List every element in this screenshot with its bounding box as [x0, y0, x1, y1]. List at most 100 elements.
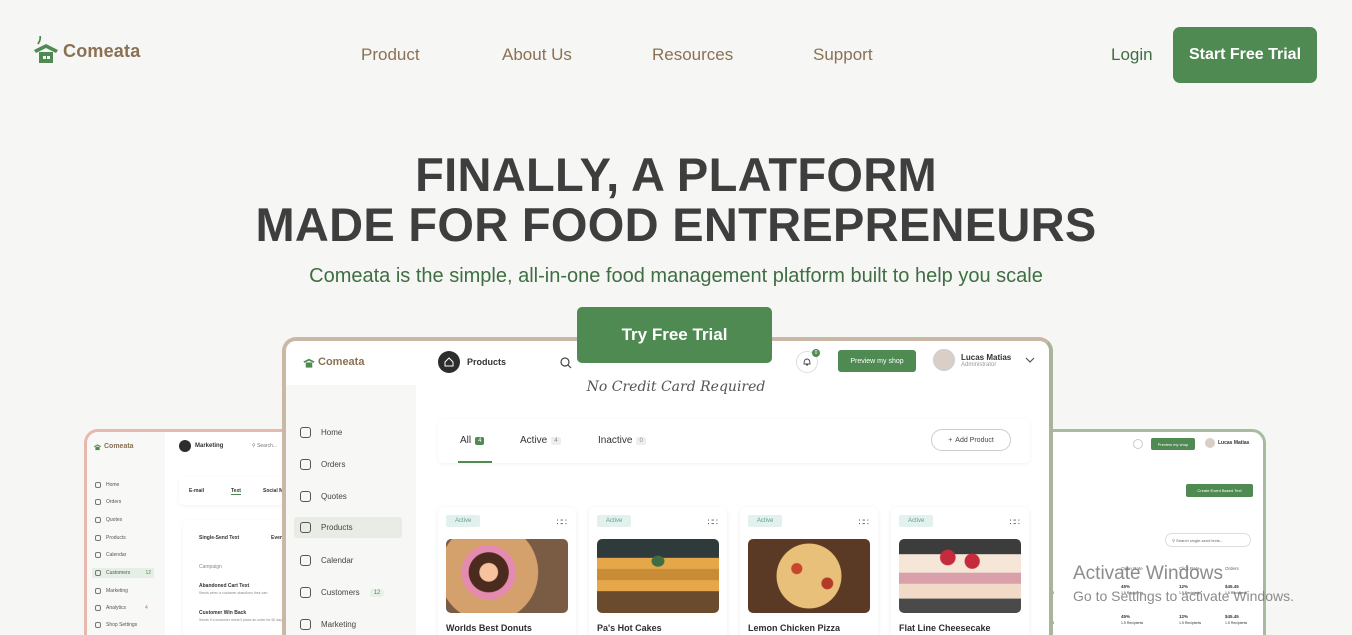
tab-email[interactable]: E-mail: [189, 488, 204, 494]
orders-value: $45.45: [1225, 614, 1239, 619]
comeata-logo[interactable]: Comeata: [32, 36, 140, 66]
search-icon[interactable]: [556, 353, 576, 373]
preview-shop-button[interactable]: Preview my shop: [1151, 438, 1195, 450]
marketing-icon: [95, 588, 101, 594]
tab-all[interactable]: All 4: [460, 435, 485, 446]
tab-label: All: [460, 435, 472, 446]
sidebar-item-label: Orders: [321, 460, 346, 469]
product-card[interactable]: Active ∷∷ Worlds Best Donuts: [438, 507, 576, 635]
sidebar-item-products[interactable]: Products: [294, 517, 402, 538]
sidebar-item-marketing[interactable]: Marketing: [95, 588, 128, 594]
product-name: Pa's Hot Cakes: [597, 623, 662, 633]
product-image: [899, 539, 1021, 613]
avatar: [1205, 438, 1215, 448]
top-nav: Comeata Product About Us Resources Suppo…: [0, 0, 1352, 110]
product-card[interactable]: Active ∷∷ Flat Line Cheesecake: [891, 507, 1029, 635]
tab-active[interactable]: Active 4: [520, 435, 561, 446]
product-card[interactable]: Active ∷∷ Lemon Chicken Pizza: [740, 507, 878, 635]
notification-badge: 0: [812, 349, 820, 357]
breadcrumb-label: Products: [467, 357, 507, 367]
product-card[interactable]: Active ∷∷ Pa's Hot Cakes: [589, 507, 727, 635]
tab-inactive[interactable]: Inactive 0: [598, 435, 646, 446]
mockup-logo: Comeata: [302, 355, 364, 369]
sidebar-item-label: Calendar: [321, 556, 354, 565]
search-input[interactable]: ⚲ Search...: [252, 443, 277, 449]
mockup-logo-text: Comeata: [104, 443, 134, 450]
customers-icon: [95, 570, 101, 576]
analytics-icon: [95, 605, 101, 611]
preview-shop-button[interactable]: Preview my shop: [838, 350, 916, 372]
grid-menu-icon[interactable]: ∷∷: [708, 517, 719, 528]
product-name: Worlds Best Donuts: [446, 623, 532, 633]
sidebar-item-calendar[interactable]: Calendar: [300, 555, 353, 566]
products-icon: [300, 522, 311, 533]
plus-icon: +: [948, 436, 953, 444]
orders-icon: [95, 499, 101, 505]
sidebar-item-products[interactable]: Products: [95, 535, 126, 541]
calendar-icon: [95, 552, 101, 558]
bell-icon[interactable]: [1133, 439, 1143, 449]
hero-subtitle: Comeata is the simple, all-in-one food m…: [309, 265, 1043, 287]
user-role: Administrator: [961, 361, 997, 368]
search-placeholder: Search...: [257, 443, 278, 449]
campaign-title[interactable]: Abandoned Cart Text: [199, 583, 249, 589]
tab-count: 0: [636, 436, 646, 445]
grid-menu-icon[interactable]: ∷∷: [557, 517, 568, 528]
status-badge: Active: [446, 515, 481, 527]
create-event-text-button[interactable]: Create Event Based Text: [1186, 484, 1253, 497]
sidebar-item-marketing[interactable]: Marketing: [300, 619, 356, 630]
home-icon: [95, 482, 101, 488]
product-name: Flat Line Cheesecake: [899, 623, 991, 633]
user-menu[interactable]: Lucas Matias: [1205, 438, 1249, 448]
campaign-title[interactable]: Customer Win Back: [199, 610, 246, 616]
tab-count: 4: [475, 436, 485, 445]
tab-single-send-text[interactable]: Single-Send Text: [199, 535, 239, 541]
sidebar-item-label: Customers: [321, 588, 360, 597]
grid-menu-icon[interactable]: ∷∷: [1010, 517, 1021, 528]
tab-label: Active: [520, 435, 548, 446]
try-free-trial-button[interactable]: Try Free Trial: [577, 307, 772, 363]
quotes-icon: [95, 517, 101, 523]
sidebar-item-label: Home: [106, 482, 120, 488]
texts-mockup: Preview my shop Lucas Matias ing Create …: [1030, 429, 1266, 635]
tab-count: 4: [551, 436, 561, 445]
grid-menu-icon[interactable]: ∷∷: [859, 517, 870, 528]
home-icon: [300, 427, 311, 438]
sidebar-item-customers[interactable]: Customers 12: [300, 587, 385, 598]
active-tab-indicator: [458, 461, 492, 463]
sidebar-item-label: Marketing: [106, 588, 128, 594]
open-rate-sub: 1.5 Recipients: [1121, 621, 1144, 625]
sidebar-item-orders[interactable]: Orders: [95, 499, 121, 505]
watermark-line-1: Activate Windows: [1073, 563, 1223, 584]
nav-link-about-us[interactable]: About Us: [502, 45, 572, 65]
nav-link-resources[interactable]: Resources: [652, 45, 733, 65]
search-input[interactable]: ⚲ Search single-send texts...: [1165, 533, 1251, 547]
sidebar-item-quotes[interactable]: Quotes: [300, 491, 347, 502]
tab-text[interactable]: Text: [231, 488, 241, 495]
sidebar-item-label: Calendar: [106, 552, 127, 558]
tab-label: Inactive: [598, 435, 633, 446]
user-menu[interactable]: Lucas Matias Administrator: [933, 349, 1035, 371]
sidebar-item-home[interactable]: Home: [300, 427, 342, 438]
start-free-trial-button[interactable]: Start Free Trial: [1173, 27, 1317, 83]
sidebar-item-calendar[interactable]: Calendar: [95, 552, 126, 558]
status-badge: Active: [899, 515, 934, 527]
sidebar-item-shop-settings[interactable]: Shop Settings: [95, 622, 137, 628]
nav-link-product[interactable]: Product: [361, 45, 420, 65]
hero-title-line-1: FINALLY, A PLATFORM: [415, 148, 937, 201]
sidebar-item-quotes[interactable]: Quotes: [95, 517, 122, 523]
sidebar-item-home[interactable]: Home: [95, 482, 119, 488]
mockup-sidebar: Home Orders Quotes Products Calendar Cus…: [286, 385, 416, 635]
chevron-down-icon: [1025, 357, 1035, 363]
sidebar-item-label: Customers: [106, 570, 131, 576]
bell-icon[interactable]: 0: [796, 349, 820, 373]
login-link[interactable]: Login: [1111, 45, 1153, 65]
sidebar-item-analytics[interactable]: Analytics 4: [95, 605, 148, 611]
nav-link-support[interactable]: Support: [813, 45, 873, 65]
logo-text: Comeata: [63, 40, 141, 61]
customers-count-badge: 12: [369, 588, 385, 597]
add-product-button[interactable]: + Add Product: [931, 429, 1011, 451]
breadcrumb: Products: [438, 351, 506, 373]
sidebar-item-customers[interactable]: Customers 12: [92, 568, 154, 578]
sidebar-item-orders[interactable]: Orders: [300, 459, 345, 470]
